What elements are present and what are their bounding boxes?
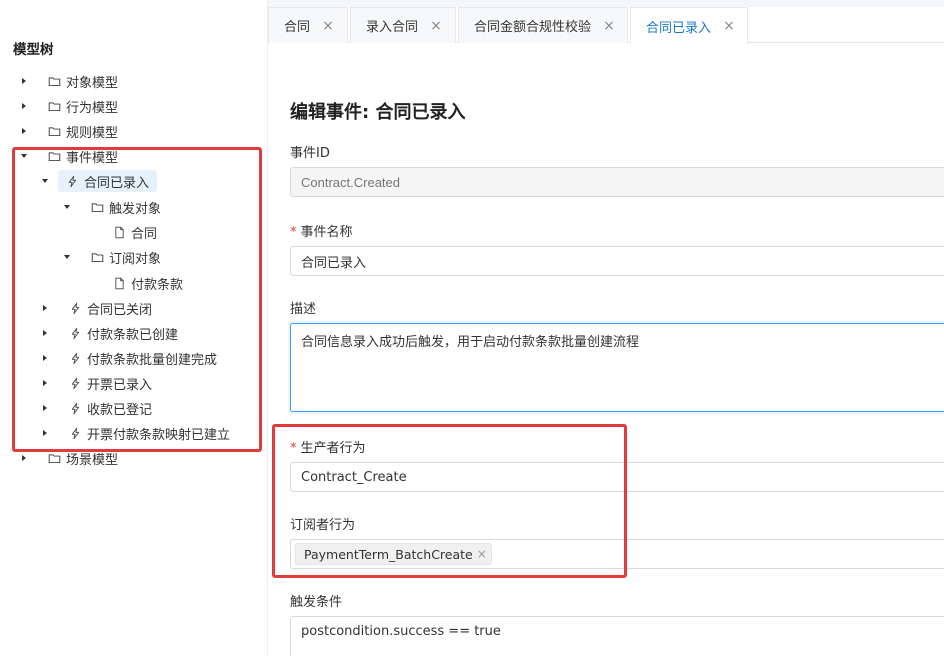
lightning-icon (67, 350, 83, 366)
tab-label: 合同金额合规性校验 (474, 20, 592, 35)
page-title: 编辑事件: 合同已录入 (290, 102, 466, 123)
model-tree-panel: 模型树 对象模型 行为模型 规则模型 事件模型 合同已录入 触发对象 合同 订阅… (0, 0, 268, 656)
folder-icon (89, 199, 105, 215)
tree-node-label: 付款条款 (131, 277, 184, 293)
tab-amount-compliance[interactable]: 合同金额合规性校验 × (458, 7, 628, 43)
selected-node-highlight[interactable]: 合同已录入 (58, 170, 158, 192)
caret-down-icon[interactable] (60, 250, 74, 264)
tree-node-invoice-entered[interactable]: 开票已录入 (38, 372, 154, 394)
folder-icon (46, 123, 62, 139)
tree-node-trigger-objects[interactable]: 触发对象 (60, 196, 163, 218)
caret-right-icon[interactable] (38, 426, 52, 440)
folder-icon (89, 249, 105, 265)
tree-node-label: 触发对象 (109, 201, 162, 217)
tree-node-payment-terms-created[interactable]: 付款条款已创建 (38, 322, 180, 344)
tree-node-event-model[interactable]: 事件模型 (17, 145, 120, 167)
tab-contract-entered[interactable]: 合同已录入 × (630, 7, 748, 44)
close-icon[interactable]: × (603, 19, 615, 33)
tree-node-label: 行为模型 (66, 100, 119, 116)
caret-right-icon[interactable] (38, 326, 52, 340)
tree-node-payment-terms-batch-done[interactable]: 付款条款批量创建完成 (38, 347, 219, 369)
tab-label: 合同 (284, 20, 311, 35)
event-id-input (290, 167, 944, 197)
close-icon[interactable]: × (430, 19, 442, 33)
tree-node-behavior-model[interactable]: 行为模型 (17, 95, 120, 117)
tab-enter-contract[interactable]: 录入合同 × (350, 7, 456, 43)
description-label: 描述 (290, 302, 317, 317)
tree-node-rule-model[interactable]: 规则模型 (17, 120, 120, 142)
tree-node-subscribe-objects[interactable]: 订阅对象 (60, 246, 163, 268)
tree-node-label: 合同已关闭 (87, 302, 153, 318)
caret-right-icon[interactable] (17, 99, 31, 113)
trigger-label: 触发条件 (290, 595, 343, 610)
caret-right-icon[interactable] (38, 301, 52, 315)
close-icon[interactable]: × (723, 19, 735, 33)
lightning-icon (67, 300, 83, 316)
close-icon[interactable]: × (322, 19, 334, 33)
subscriber-select[interactable]: PaymentTerm_BatchCreate × (290, 539, 944, 569)
trigger-condition-textarea[interactable]: postcondition.success == true (290, 616, 944, 656)
producer-label: * 生产者行为 (290, 437, 366, 456)
lightning-icon (67, 425, 83, 441)
subscriber-tag[interactable]: PaymentTerm_BatchCreate × (295, 543, 492, 565)
tree-node-label: 合同已录入 (84, 175, 150, 191)
caret-right-icon[interactable] (17, 451, 31, 465)
event-name-label: * 事件名称 (290, 221, 353, 240)
folder-icon (46, 98, 62, 114)
lightning-icon (67, 325, 83, 341)
tree-node-invoice-term-mapping[interactable]: 开票付款条款映射已建立 (38, 422, 232, 444)
tree-node-scenario-model[interactable]: 场景模型 (17, 447, 120, 469)
folder-icon (46, 450, 62, 466)
tab-contract[interactable]: 合同 × (268, 7, 348, 43)
description-textarea[interactable]: 合同信息录入成功后触发，用于启动付款条款批量创建流程 (290, 323, 944, 412)
required-mark: * (290, 441, 297, 456)
tree-node-payment-registered[interactable]: 收款已登记 (38, 397, 154, 419)
tree-node-contract-closed[interactable]: 合同已关闭 (38, 297, 154, 319)
tab-bar: 合同 × 录入合同 × 合同金额合规性校验 × 合同已录入 × (268, 7, 944, 44)
tab-label: 录入合同 (366, 20, 419, 35)
folder-icon (46, 73, 62, 89)
tree-node-label: 场景模型 (66, 452, 119, 468)
tree-node-contract-entered[interactable]: 合同已录入 (38, 170, 158, 192)
tag-label: PaymentTerm_BatchCreate (304, 546, 473, 562)
caret-right-icon[interactable] (17, 74, 31, 88)
file-icon (111, 224, 127, 240)
tree-node-label: 对象模型 (66, 75, 119, 91)
tree-node-label: 订阅对象 (109, 251, 162, 267)
subscriber-label: 订阅者行为 (290, 518, 356, 533)
caret-right-icon[interactable] (17, 124, 31, 138)
tree-node-label: 开票付款条款映射已建立 (87, 427, 231, 443)
tree-node-label: 收款已登记 (87, 402, 153, 418)
event-name-input[interactable]: 合同已录入 (290, 246, 944, 276)
lightning-icon (67, 375, 83, 391)
event-id-label: 事件ID (290, 146, 330, 161)
tabbar-top-strip (268, 0, 944, 7)
file-icon (111, 275, 127, 291)
lightning-icon (67, 400, 83, 416)
close-icon[interactable]: × (477, 547, 487, 561)
event-name-label-text: 事件名称 (300, 225, 353, 240)
tab-label: 合同已录入 (646, 20, 712, 36)
tree-node-payment-terms[interactable]: 付款条款 (111, 272, 185, 294)
tree-node-label: 付款条款已创建 (87, 327, 179, 343)
tree-node-label: 合同 (131, 226, 158, 242)
caret-right-icon[interactable] (38, 401, 52, 415)
caret-right-icon[interactable] (38, 376, 52, 390)
tree-node-label: 开票已录入 (87, 377, 153, 393)
producer-label-text: 生产者行为 (300, 441, 366, 456)
tree-node-label: 付款条款批量创建完成 (87, 352, 218, 368)
folder-icon (46, 148, 62, 164)
caret-right-icon[interactable] (38, 351, 52, 365)
lightning-icon (64, 173, 80, 189)
producer-input[interactable]: Contract_Create (290, 462, 944, 492)
required-mark: * (290, 225, 297, 240)
panel-title: 模型树 (13, 42, 54, 58)
tree-node-label: 事件模型 (66, 150, 119, 166)
caret-down-icon[interactable] (38, 174, 52, 188)
caret-down-icon[interactable] (17, 149, 31, 163)
tree-node-contract[interactable]: 合同 (111, 221, 159, 243)
tree-node-object-model[interactable]: 对象模型 (17, 70, 120, 92)
tree-node-label: 规则模型 (66, 125, 119, 141)
caret-down-icon[interactable] (60, 200, 74, 214)
